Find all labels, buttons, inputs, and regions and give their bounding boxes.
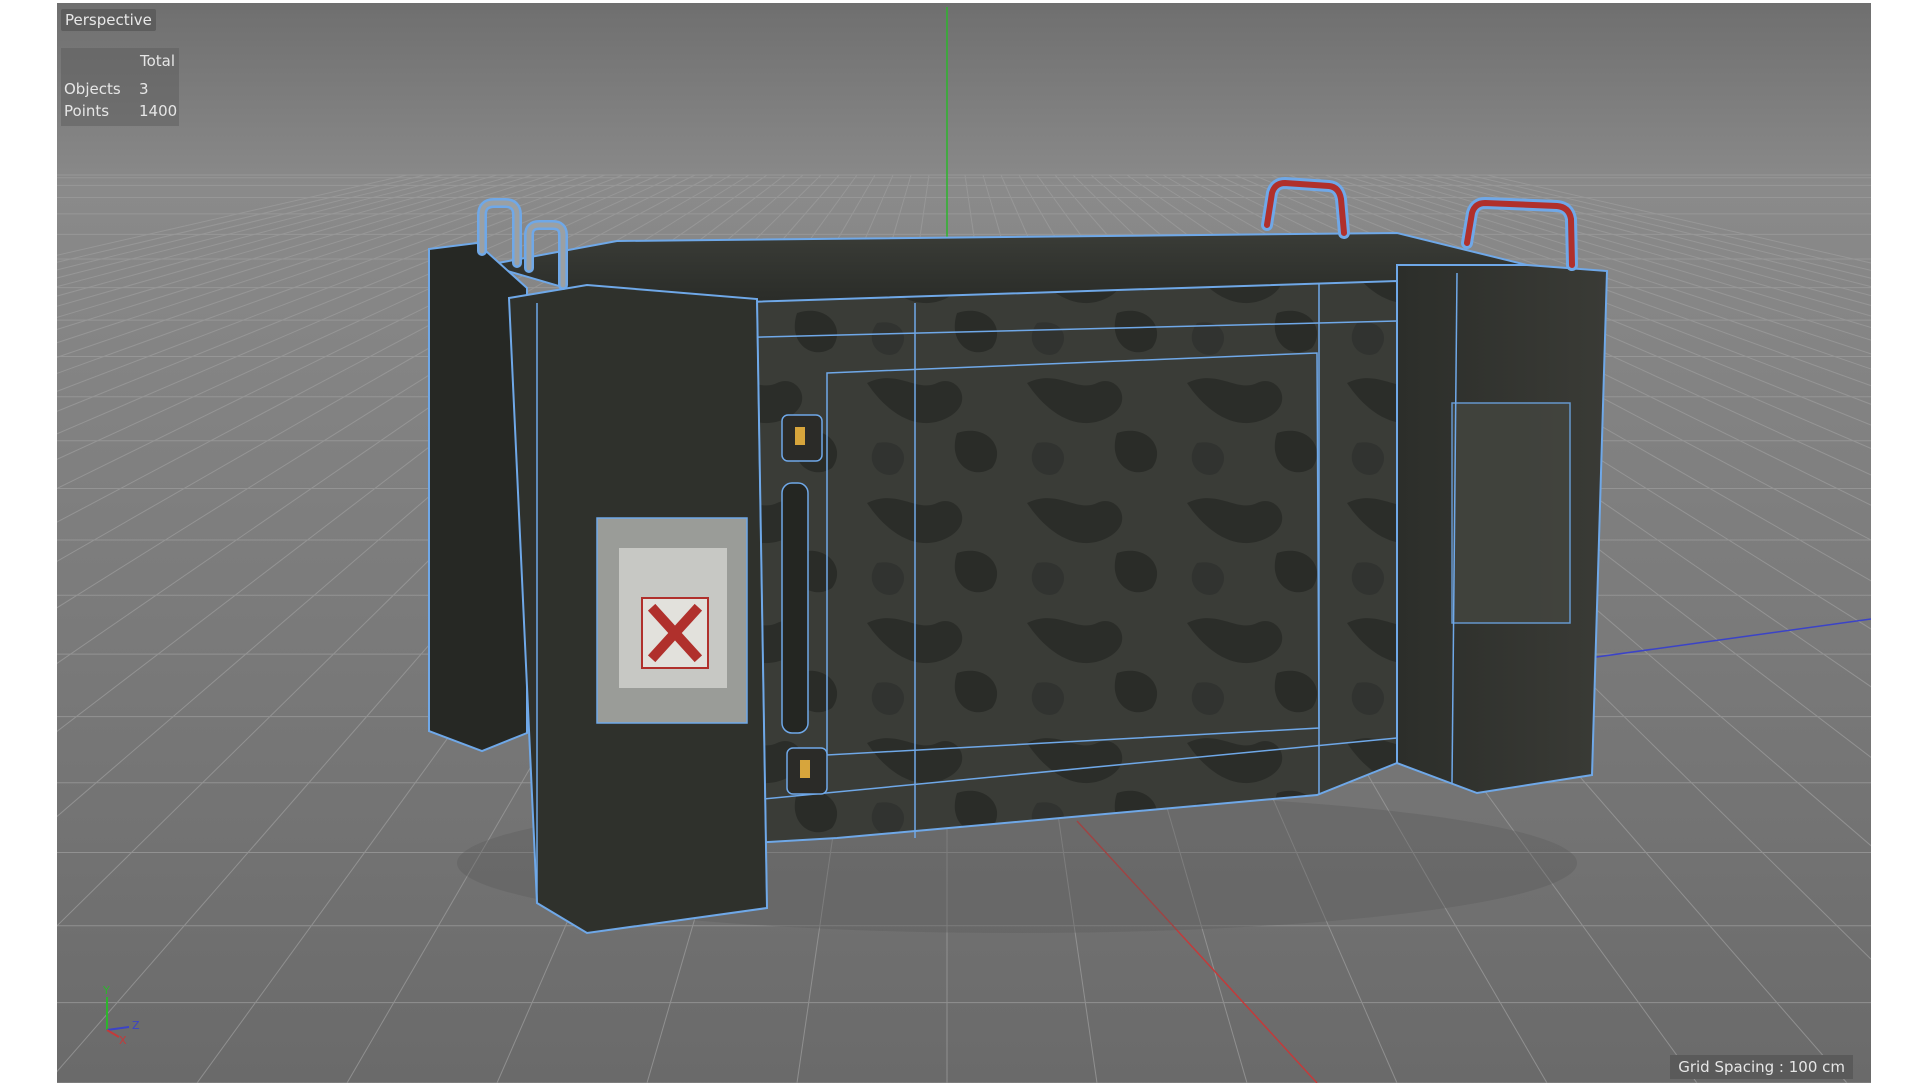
grid-spacing-label: Grid Spacing : 100 cm: [1670, 1055, 1853, 1079]
stats-header: Total: [139, 52, 175, 70]
stats-overlay: Total Objects 3 Points 1400: [61, 48, 179, 126]
axis-y-label: Y: [102, 985, 110, 997]
crate-model[interactable]: [428, 176, 1609, 935]
axis-x-label: X: [119, 1034, 127, 1045]
stats-points-label: Points: [64, 102, 110, 120]
3d-viewport[interactable]: Perspective Total Objects 3 Points 1400 …: [57, 3, 1871, 1083]
viewport-scene[interactable]: [57, 3, 1871, 1083]
stats-points-value: 1400: [139, 102, 178, 120]
stats-objects-label: Objects: [64, 80, 121, 98]
stats-objects-value: 3: [139, 80, 149, 98]
axis-gizmo-icon: Y Z X: [102, 985, 140, 1045]
view-name-label[interactable]: Perspective: [61, 9, 156, 31]
axis-z-label: Z: [132, 1019, 140, 1032]
